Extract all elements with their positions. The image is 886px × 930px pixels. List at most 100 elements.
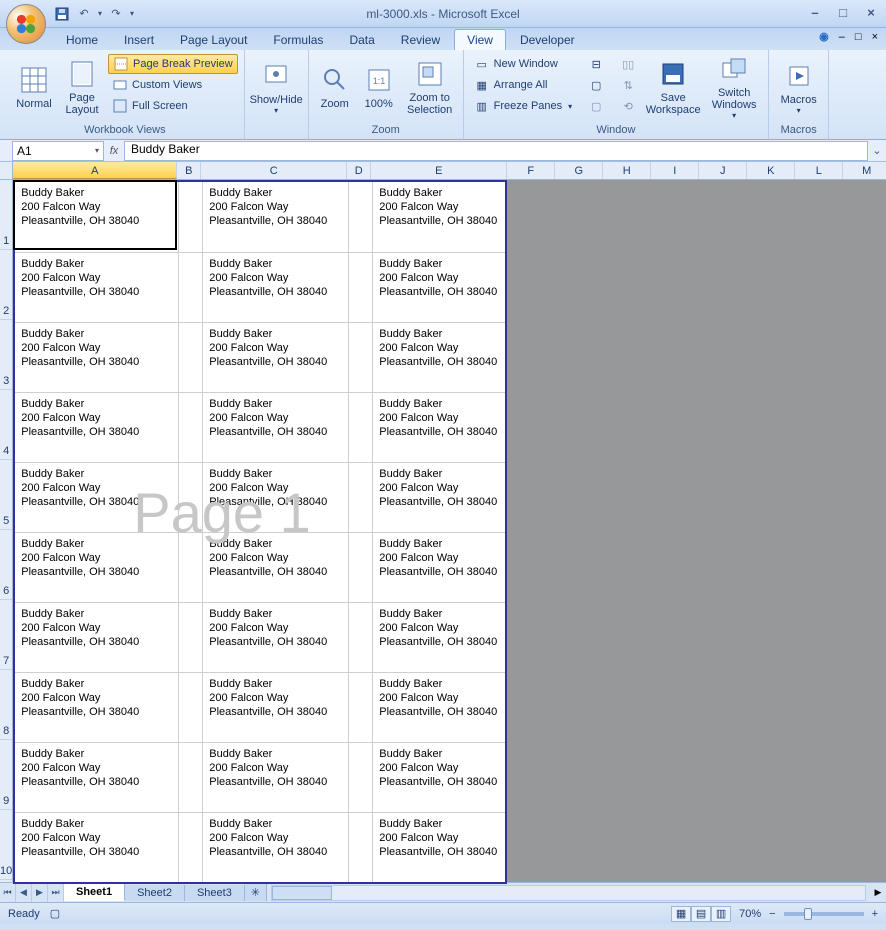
col-header-E[interactable]: E	[371, 162, 507, 179]
cell[interactable]	[349, 813, 373, 882]
row-header-9[interactable]: 9	[0, 740, 12, 810]
cell[interactable]	[349, 253, 373, 322]
zoom-in-button[interactable]: +	[872, 908, 878, 920]
row-header-1[interactable]: 1	[0, 180, 12, 250]
select-all-corner[interactable]	[0, 162, 12, 180]
cell[interactable]: Buddy Baker200 Falcon WayPleasantville, …	[373, 253, 505, 322]
chevron-down-icon[interactable]: ▾	[95, 146, 99, 155]
cell[interactable]: Buddy Baker200 Falcon WayPleasantville, …	[373, 533, 505, 602]
sheet-tab-3[interactable]: Sheet3	[185, 885, 245, 901]
page-break-preview-button[interactable]: Page Break Preview	[108, 54, 238, 74]
arrange-all-button[interactable]: ▦Arrange All	[470, 75, 577, 95]
sheet-tab-1[interactable]: Sheet1	[64, 884, 125, 901]
minimize-button[interactable]: –	[806, 4, 824, 20]
mdi-minimize-button[interactable]: –	[839, 31, 845, 43]
save-icon[interactable]	[54, 6, 70, 22]
cell[interactable]: Buddy Baker200 Falcon WayPleasantville, …	[203, 393, 349, 462]
cell[interactable]: Buddy Baker200 Falcon WayPleasantville, …	[373, 673, 505, 742]
col-header-B[interactable]: B	[177, 162, 201, 179]
row-header-2[interactable]: 2	[0, 250, 12, 320]
unhide-button[interactable]: ▢	[584, 96, 608, 116]
cell[interactable]: Buddy Baker200 Falcon WayPleasantville, …	[15, 463, 179, 532]
cell[interactable]: Buddy Baker200 Falcon WayPleasantville, …	[373, 323, 505, 392]
page-layout-shortcut-icon[interactable]: ▤	[691, 906, 711, 922]
col-header-I[interactable]: I	[651, 162, 699, 179]
cell[interactable]: Buddy Baker200 Falcon WayPleasantville, …	[203, 323, 349, 392]
tab-formulas[interactable]: Formulas	[261, 30, 335, 50]
new-window-button[interactable]: ▭New Window	[470, 54, 577, 74]
sheet-nav-next-icon[interactable]: ▶	[32, 884, 48, 902]
normal-view-button[interactable]: Normal	[12, 54, 56, 120]
name-box[interactable]: A1 ▾	[12, 141, 104, 161]
cell[interactable]: Buddy Baker200 Falcon WayPleasantville, …	[15, 393, 179, 462]
cell[interactable]: Buddy Baker200 Falcon WayPleasantville, …	[15, 743, 179, 812]
zoom-100-button[interactable]: 1:1 100%	[359, 54, 399, 120]
cell[interactable]	[349, 393, 373, 462]
cell[interactable]: Buddy Baker200 Falcon WayPleasantville, …	[373, 813, 505, 882]
col-header-M[interactable]: M	[843, 162, 886, 179]
tab-view[interactable]: View	[454, 29, 506, 50]
cell[interactable]	[179, 743, 203, 812]
cell[interactable]: Buddy Baker200 Falcon WayPleasantville, …	[15, 603, 179, 672]
help-icon[interactable]: ◉	[819, 30, 829, 43]
scroll-thumb[interactable]	[272, 886, 332, 900]
cell[interactable]: Buddy Baker200 Falcon WayPleasantville, …	[203, 533, 349, 602]
cell[interactable]: Buddy Baker200 Falcon WayPleasantville, …	[203, 673, 349, 742]
mdi-close-button[interactable]: ×	[872, 31, 878, 43]
macros-button[interactable]: Macros ▾	[777, 54, 821, 120]
cell[interactable]	[179, 533, 203, 602]
cell[interactable]	[179, 813, 203, 882]
split-button[interactable]: ⊟	[584, 54, 608, 74]
cell[interactable]: Buddy Baker200 Falcon WayPleasantville, …	[203, 603, 349, 672]
cell[interactable]	[349, 673, 373, 742]
close-button[interactable]: ×	[862, 4, 880, 20]
col-header-C[interactable]: C	[201, 162, 347, 179]
cell[interactable]: Buddy Baker200 Falcon WayPleasantville, …	[203, 253, 349, 322]
custom-views-button[interactable]: Custom Views	[108, 75, 238, 95]
tab-review[interactable]: Review	[389, 30, 452, 50]
cell[interactable]: Buddy Baker200 Falcon WayPleasantville, …	[15, 253, 179, 322]
office-button[interactable]	[6, 4, 46, 44]
cell[interactable]: Buddy Baker200 Falcon WayPleasantville, …	[373, 603, 505, 672]
sheet-nav-last-icon[interactable]: ⏭	[48, 884, 64, 902]
col-header-H[interactable]: H	[603, 162, 651, 179]
cell[interactable]	[349, 743, 373, 812]
col-header-A[interactable]: A	[13, 162, 177, 179]
fx-icon[interactable]: fx	[104, 145, 124, 157]
row-header-7[interactable]: 7	[0, 600, 12, 670]
scroll-right-icon[interactable]: ▶	[870, 887, 886, 898]
col-header-F[interactable]: F	[507, 162, 555, 179]
switch-windows-button[interactable]: Switch Windows ▾	[706, 54, 762, 120]
row-header-8[interactable]: 8	[0, 670, 12, 740]
zoom-button[interactable]: Zoom	[315, 54, 355, 120]
view-side-by-side-button[interactable]: ▯▯	[616, 54, 640, 74]
cells-area[interactable]: Buddy Baker200 Falcon WayPleasantville, …	[13, 180, 886, 882]
cell[interactable]: Buddy Baker200 Falcon WayPleasantville, …	[15, 533, 179, 602]
cell[interactable]	[179, 673, 203, 742]
tab-page-layout[interactable]: Page Layout	[168, 30, 259, 50]
macro-record-icon[interactable]: ▢	[50, 907, 60, 920]
row-header-4[interactable]: 4	[0, 390, 12, 460]
maximize-button[interactable]: □	[834, 4, 852, 20]
cell[interactable]	[349, 463, 373, 532]
cell[interactable]	[349, 323, 373, 392]
reset-position-button[interactable]: ⟲	[616, 96, 640, 116]
full-screen-button[interactable]: Full Screen	[108, 96, 238, 116]
expand-formula-bar-icon[interactable]: ⌄	[868, 144, 886, 157]
cell[interactable]	[349, 533, 373, 602]
cell[interactable]	[349, 182, 373, 252]
tab-data[interactable]: Data	[337, 30, 386, 50]
page-break-shortcut-icon[interactable]: ▥	[711, 906, 731, 922]
cell[interactable]	[179, 393, 203, 462]
cell[interactable]: Buddy Baker200 Falcon WayPleasantville, …	[15, 813, 179, 882]
zoom-to-selection-button[interactable]: Zoom to Selection	[403, 54, 457, 120]
col-header-G[interactable]: G	[555, 162, 603, 179]
cell[interactable]	[179, 603, 203, 672]
mdi-restore-button[interactable]: □	[855, 31, 862, 43]
tab-developer[interactable]: Developer	[508, 30, 587, 50]
cell[interactable]: Buddy Baker200 Falcon WayPleasantville, …	[203, 813, 349, 882]
redo-icon[interactable]: ↷	[108, 6, 124, 22]
zoom-slider[interactable]	[784, 912, 864, 916]
col-header-K[interactable]: K	[747, 162, 795, 179]
tab-home[interactable]: Home	[54, 30, 110, 50]
